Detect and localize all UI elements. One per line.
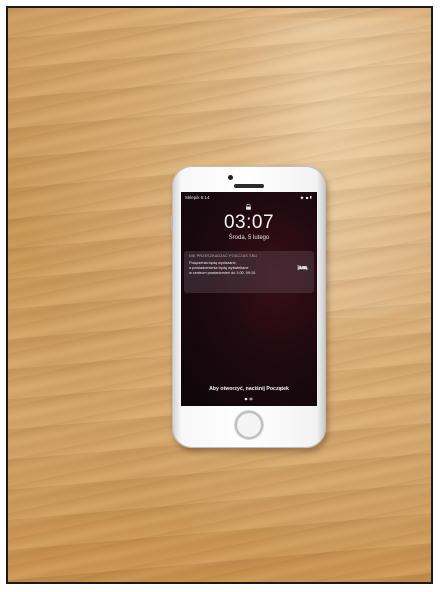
clock-date: Środa, 5 lutego	[228, 235, 270, 241]
page-indicator	[244, 397, 253, 401]
notification-header: NIE PRZESZKADZAĆ PODCZAS SNU	[189, 254, 258, 258]
home-button[interactable]	[235, 411, 263, 439]
battery-icon: ⬥ ◼▮	[300, 195, 313, 200]
notification-body: Połączenia będą wyciszane, a powiadomien…	[189, 261, 289, 276]
carrier-label: Sklepik 5:14	[185, 195, 210, 200]
bed-icon	[297, 264, 308, 271]
notification-line: w centrum powiadomień do 1:00, 09:10.	[189, 271, 257, 275]
smartphone: Sklepik 5:14 ⬥ ◼▮ 03:07 Środa, 5 lutego …	[171, 166, 326, 448]
front-camera-icon	[228, 175, 233, 180]
clock-time: 03:07	[223, 212, 275, 233]
status-bar: Sklepik 5:14 ⬥ ◼▮	[185, 195, 313, 203]
unlock-hint: Aby otworzyć, naciśnij Początek	[209, 386, 289, 392]
notification-card[interactable]: NIE PRZESZKADZAĆ PODCZAS SNU Połączenia …	[184, 251, 314, 293]
lock-screen[interactable]: Sklepik 5:14 ⬥ ◼▮ 03:07 Środa, 5 lutego …	[181, 192, 317, 406]
photo-frame: Sklepik 5:14 ⬥ ◼▮ 03:07 Środa, 5 lutego …	[6, 6, 433, 584]
volume-button	[171, 216, 173, 230]
earpiece-speaker	[234, 184, 264, 188]
lock-icon	[246, 204, 251, 210]
